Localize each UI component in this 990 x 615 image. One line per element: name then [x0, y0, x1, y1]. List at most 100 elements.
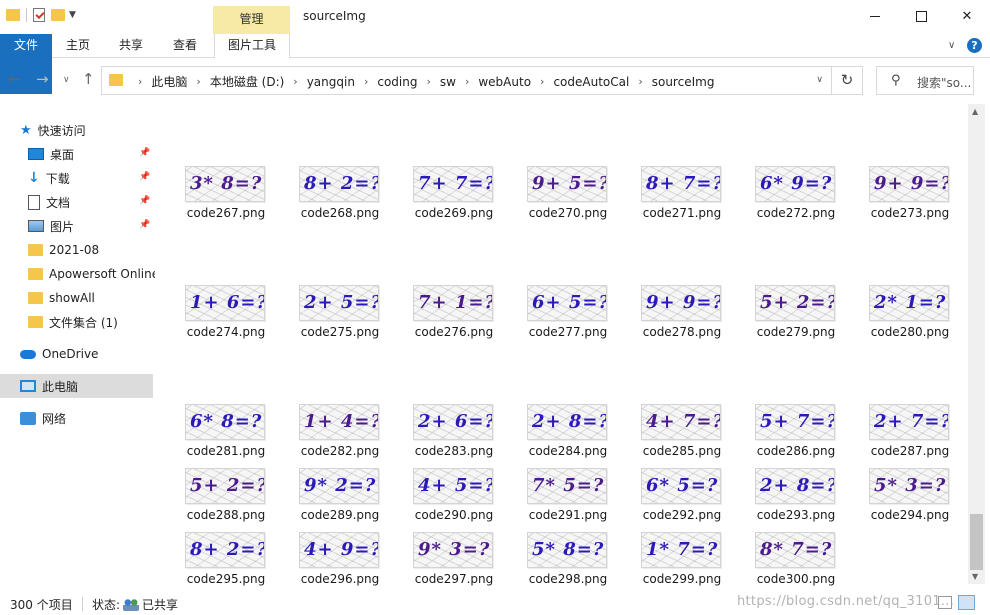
- file-item[interactable]: 6* 5=? code292.png: [629, 468, 735, 528]
- image-thumbnail[interactable]: 8* 7=?: [755, 532, 835, 568]
- image-thumbnail[interactable]: 6* 9=?: [755, 166, 835, 202]
- file-item[interactable]: 2+ 8=? code284.png: [515, 404, 621, 464]
- file-name[interactable]: code289.png: [287, 508, 393, 522]
- refresh-button[interactable]: ↻: [832, 66, 863, 95]
- scroll-up-icon[interactable]: ▲: [972, 107, 978, 116]
- file-item[interactable]: 2+ 5=? code275.png: [287, 285, 393, 345]
- file-name[interactable]: code268.png: [287, 206, 393, 220]
- file-item[interactable]: 2+ 6=? code283.png: [401, 404, 507, 464]
- image-thumbnail[interactable]: 9* 2=?: [299, 468, 379, 504]
- nav-item[interactable]: ↓ 下载 📌: [0, 166, 155, 190]
- image-thumbnail[interactable]: 8+ 7=?: [641, 166, 721, 202]
- breadcrumb-coding[interactable]: coding: [377, 75, 417, 89]
- nav-item[interactable]: 文件集合 (1): [0, 310, 155, 334]
- nav-item[interactable]: showAll: [0, 286, 155, 310]
- expand-ribbon-icon[interactable]: ∨: [948, 40, 955, 51]
- nav-item[interactable]: 2021-08: [0, 238, 155, 262]
- image-thumbnail[interactable]: 1* 7=?: [641, 532, 721, 568]
- file-name[interactable]: code279.png: [743, 325, 849, 339]
- up-arrow-icon[interactable]: ↑: [82, 70, 95, 88]
- large-icons-view-icon[interactable]: [958, 595, 975, 610]
- file-name[interactable]: code277.png: [515, 325, 621, 339]
- image-thumbnail[interactable]: 4+ 9=?: [299, 532, 379, 568]
- file-item[interactable]: 8+ 2=? code295.png: [173, 532, 279, 592]
- file-item[interactable]: 9+ 9=? code273.png: [857, 166, 963, 226]
- image-thumbnail[interactable]: 2+ 7=?: [869, 404, 949, 440]
- file-name[interactable]: code269.png: [401, 206, 507, 220]
- file-item[interactable]: 7+ 7=? code269.png: [401, 166, 507, 226]
- image-thumbnail[interactable]: 2+ 6=?: [413, 404, 493, 440]
- file-name[interactable]: code286.png: [743, 444, 849, 458]
- file-item[interactable]: 9* 2=? code289.png: [287, 468, 393, 528]
- file-name[interactable]: code273.png: [857, 206, 963, 220]
- image-thumbnail[interactable]: 1+ 6=?: [185, 285, 265, 321]
- file-name[interactable]: code300.png: [743, 572, 849, 586]
- file-name[interactable]: code274.png: [173, 325, 279, 339]
- image-thumbnail[interactable]: 2+ 8=?: [755, 468, 835, 504]
- back-arrow-icon[interactable]: ←: [8, 70, 21, 88]
- breadcrumb-yangqin[interactable]: yangqin: [307, 75, 355, 89]
- search-box[interactable]: ⚲ 搜索"so...: [876, 66, 974, 95]
- file-name[interactable]: code297.png: [401, 572, 507, 586]
- image-thumbnail[interactable]: 5+ 7=?: [755, 404, 835, 440]
- pin-icon[interactable]: 📌: [139, 220, 150, 230]
- file-item[interactable]: 2+ 8=? code293.png: [743, 468, 849, 528]
- minimize-button[interactable]: [852, 0, 898, 32]
- file-item[interactable]: 8* 7=? code300.png: [743, 532, 849, 592]
- image-thumbnail[interactable]: 5+ 2=?: [755, 285, 835, 321]
- new-folder-icon[interactable]: [51, 9, 65, 21]
- file-name[interactable]: code280.png: [857, 325, 963, 339]
- file-name[interactable]: code288.png: [173, 508, 279, 522]
- file-name[interactable]: code298.png: [515, 572, 621, 586]
- image-thumbnail[interactable]: 8+ 2=?: [185, 532, 265, 568]
- nav-onedrive[interactable]: OneDrive: [0, 342, 155, 366]
- file-name[interactable]: code267.png: [173, 206, 279, 220]
- image-thumbnail[interactable]: 6* 8=?: [185, 404, 265, 440]
- chevron-right-icon[interactable]: ›: [465, 75, 469, 88]
- image-thumbnail[interactable]: 8+ 2=?: [299, 166, 379, 202]
- image-thumbnail[interactable]: 5* 8=?: [527, 532, 607, 568]
- file-item[interactable]: 9* 3=? code297.png: [401, 532, 507, 592]
- file-name[interactable]: code270.png: [515, 206, 621, 220]
- breadcrumb-codeautocal[interactable]: codeAutoCal: [553, 75, 629, 89]
- file-item[interactable]: 2+ 7=? code287.png: [857, 404, 963, 464]
- breadcrumb-this-pc[interactable]: 此电脑: [151, 73, 187, 90]
- file-item[interactable]: 5+ 7=? code286.png: [743, 404, 849, 464]
- file-item[interactable]: 4+ 9=? code296.png: [287, 532, 393, 592]
- file-item[interactable]: 5* 8=? code298.png: [515, 532, 621, 592]
- file-name[interactable]: code281.png: [173, 444, 279, 458]
- image-thumbnail[interactable]: 9+ 9=?: [641, 285, 721, 321]
- image-thumbnail[interactable]: 5+ 2=?: [185, 468, 265, 504]
- image-thumbnail[interactable]: 1+ 4=?: [299, 404, 379, 440]
- file-list[interactable]: 3* 8=? code267.png 8+ 2=? code268.png 7+ 7=?…: [155, 104, 967, 586]
- file-item[interactable]: 5+ 2=? code288.png: [173, 468, 279, 528]
- breadcrumb-webauto[interactable]: webAuto: [478, 75, 531, 89]
- nav-item[interactable]: 文档 📌: [0, 190, 155, 214]
- file-name[interactable]: code285.png: [629, 444, 735, 458]
- file-item[interactable]: 6+ 5=? code277.png: [515, 285, 621, 345]
- properties-icon[interactable]: [33, 8, 45, 22]
- image-thumbnail[interactable]: 9+ 9=?: [869, 166, 949, 202]
- image-thumbnail[interactable]: 7* 5=?: [527, 468, 607, 504]
- tab-picture-tools[interactable]: 图片工具: [214, 34, 290, 58]
- file-item[interactable]: 5* 3=? code294.png: [857, 468, 963, 528]
- image-thumbnail[interactable]: 2+ 8=?: [527, 404, 607, 440]
- file-name[interactable]: code271.png: [629, 206, 735, 220]
- nav-this-pc[interactable]: 此电脑: [0, 374, 153, 398]
- file-name[interactable]: code287.png: [857, 444, 963, 458]
- scroll-down-icon[interactable]: ▼: [972, 572, 978, 581]
- chevron-right-icon[interactable]: ›: [293, 75, 297, 88]
- file-item[interactable]: 6* 9=? code272.png: [743, 166, 849, 226]
- file-name[interactable]: code292.png: [629, 508, 735, 522]
- nav-network[interactable]: 网络: [0, 406, 155, 430]
- tab-view[interactable]: 查看: [164, 34, 206, 58]
- image-thumbnail[interactable]: 2+ 5=?: [299, 285, 379, 321]
- image-thumbnail[interactable]: 9+ 5=?: [527, 166, 607, 202]
- file-name[interactable]: code299.png: [629, 572, 735, 586]
- chevron-right-icon[interactable]: ›: [364, 75, 368, 88]
- file-name[interactable]: code284.png: [515, 444, 621, 458]
- file-item[interactable]: 1+ 6=? code274.png: [173, 285, 279, 345]
- image-thumbnail[interactable]: 7+ 7=?: [413, 166, 493, 202]
- file-item[interactable]: 3* 8=? code267.png: [173, 166, 279, 226]
- file-item[interactable]: 7+ 1=? code276.png: [401, 285, 507, 345]
